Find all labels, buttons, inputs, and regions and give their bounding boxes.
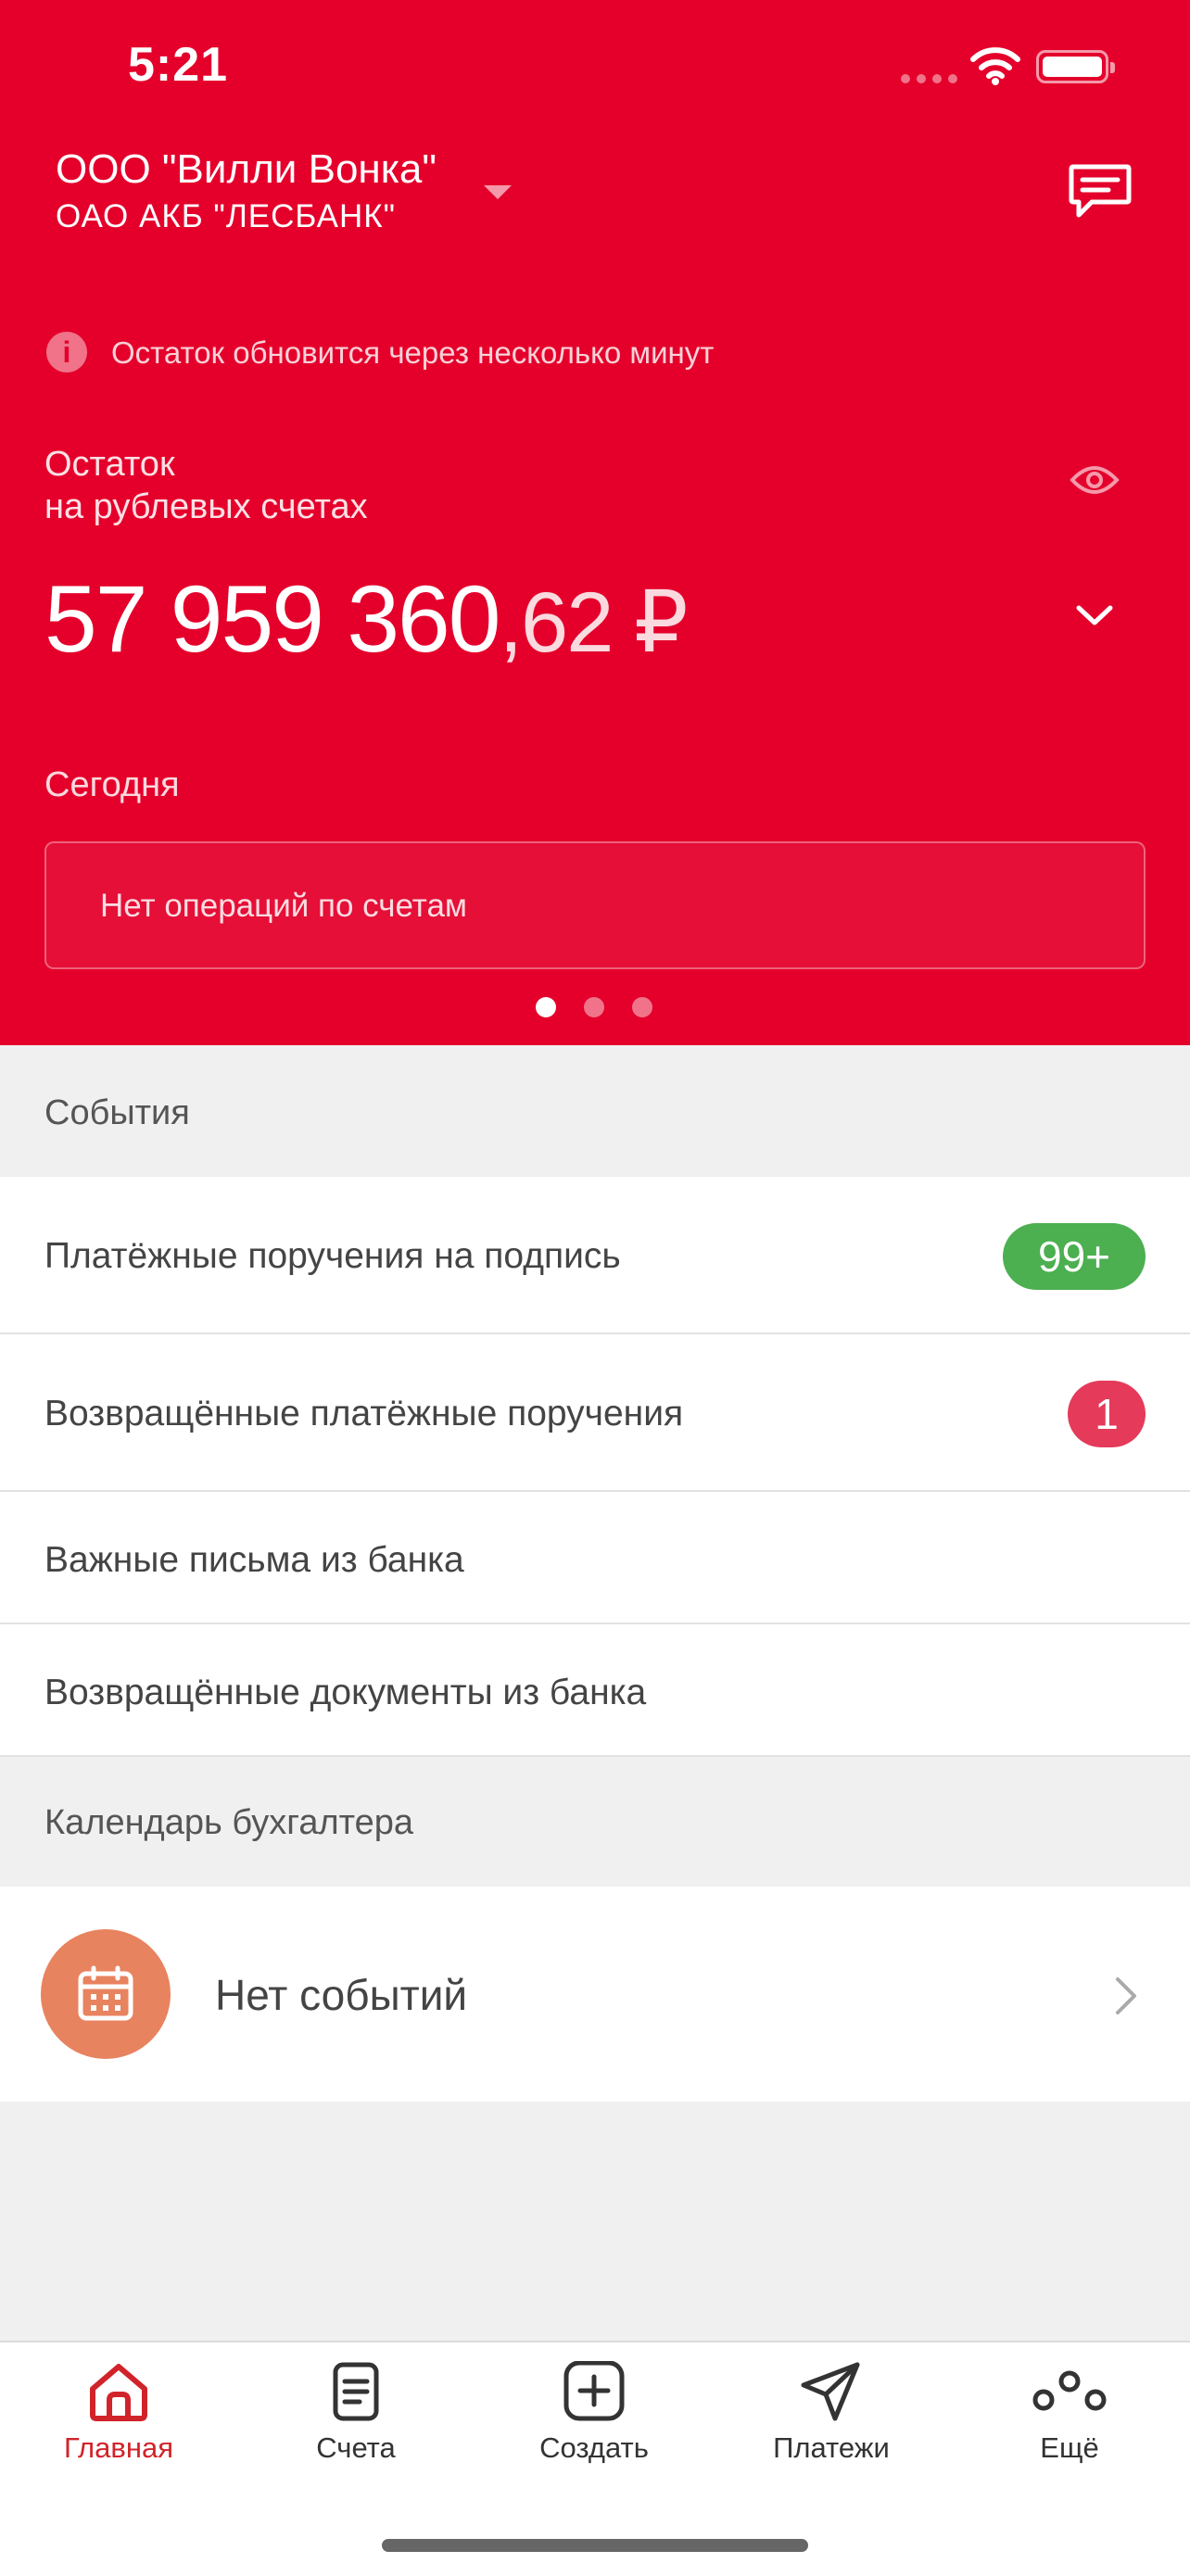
bank-name[interactable]: ОАО АКБ "ЛЕСБАНК"	[56, 198, 396, 235]
tab-accounts[interactable]: Счета	[263, 2361, 449, 2465]
event-row-returned-documents[interactable]: Возвращённые документы из банка	[0, 1624, 1190, 1757]
today-label: Сегодня	[44, 765, 180, 804]
event-row-important-letters[interactable]: Важные письма из банка	[0, 1492, 1190, 1624]
carousel-dot-3[interactable]	[632, 997, 652, 1017]
document-icon	[333, 2362, 379, 2421]
more-icon	[1032, 2370, 1107, 2411]
tab-label: Счета	[316, 2431, 396, 2464]
eye-icon[interactable]	[1070, 461, 1120, 499]
balance-label-line2: на рублевых счетах	[44, 487, 368, 526]
carousel-dots[interactable]	[536, 997, 652, 1017]
calendar-events-row[interactable]: Нет событий	[0, 1887, 1190, 2102]
tab-label: Главная	[64, 2431, 173, 2464]
calendar-title: Календарь бухгалтера	[44, 1803, 413, 1842]
calendar-empty-text: Нет событий	[215, 1971, 468, 2019]
event-label: Платёжные поручения на подпись	[44, 1236, 621, 1276]
tab-label: Создать	[539, 2431, 649, 2464]
calendar-section-header: Календарь бухгалтера	[0, 1757, 1190, 1887]
balance-header: 5:21 ООО "Вилли Вонка" ОАО АКБ "ЛЕСБАНК"…	[0, 0, 1190, 1045]
carousel-dot-2[interactable]	[584, 997, 604, 1017]
company-name[interactable]: ООО "Вилли Вонка"	[56, 146, 437, 193]
calendar-icon	[78, 1965, 133, 2021]
wifi-icon	[970, 47, 1020, 85]
count-badge: 99+	[1003, 1223, 1146, 1290]
tab-more[interactable]: Ещё	[977, 2361, 1162, 2465]
company-dropdown-caret-icon[interactable]	[484, 185, 512, 199]
event-label: Важные письма из банка	[44, 1540, 464, 1580]
balance-amount-fraction: ,62 ₽	[499, 575, 689, 670]
battery-icon	[1036, 50, 1115, 83]
no-operations-card: Нет операций по счетам	[44, 841, 1146, 969]
chevron-down-icon[interactable]	[1073, 602, 1116, 630]
tab-create[interactable]: Создать	[501, 2361, 687, 2465]
chat-icon[interactable]	[1068, 163, 1133, 221]
home-indicator[interactable]	[382, 2539, 808, 2552]
status-time: 5:21	[128, 38, 229, 92]
tab-label: Ещё	[1040, 2431, 1099, 2464]
tab-payments[interactable]: Платежи	[739, 2361, 924, 2465]
balance-amount: 57 959 360,62 ₽	[44, 563, 689, 678]
info-icon: i	[46, 332, 87, 373]
home-icon	[90, 2364, 147, 2421]
event-label: Возвращённые платёжные поручения	[44, 1394, 684, 1433]
plus-square-icon	[563, 2361, 625, 2421]
calendar-icon-circle	[41, 1929, 171, 2059]
balance-amount-integer: 57 959 360	[44, 566, 500, 672]
cellular-signal-icon	[901, 74, 957, 83]
tab-home[interactable]: Главная	[26, 2361, 211, 2465]
balance-label: Остаток на рублевых счетах	[44, 443, 368, 528]
carousel-dot-1[interactable]	[536, 997, 556, 1017]
event-row-payment-orders-to-sign[interactable]: Платёжные поручения на подпись 99+	[0, 1177, 1190, 1334]
no-operations-text: Нет операций по счетам	[100, 888, 467, 924]
events-title: События	[44, 1093, 190, 1132]
event-label: Возвращённые документы из банка	[44, 1673, 647, 1712]
event-row-returned-payment-orders[interactable]: Возвращённые платёжные поручения 1	[0, 1334, 1190, 1492]
paper-plane-icon	[801, 2362, 860, 2421]
tab-label: Платежи	[773, 2431, 890, 2464]
events-section-header: События	[0, 1045, 1190, 1177]
chevron-right-icon	[1116, 1977, 1136, 2014]
count-badge: 1	[1068, 1381, 1146, 1447]
balance-label-line1: Остаток	[44, 445, 175, 484]
update-notice: Остаток обновится через несколько минут	[111, 335, 715, 370]
